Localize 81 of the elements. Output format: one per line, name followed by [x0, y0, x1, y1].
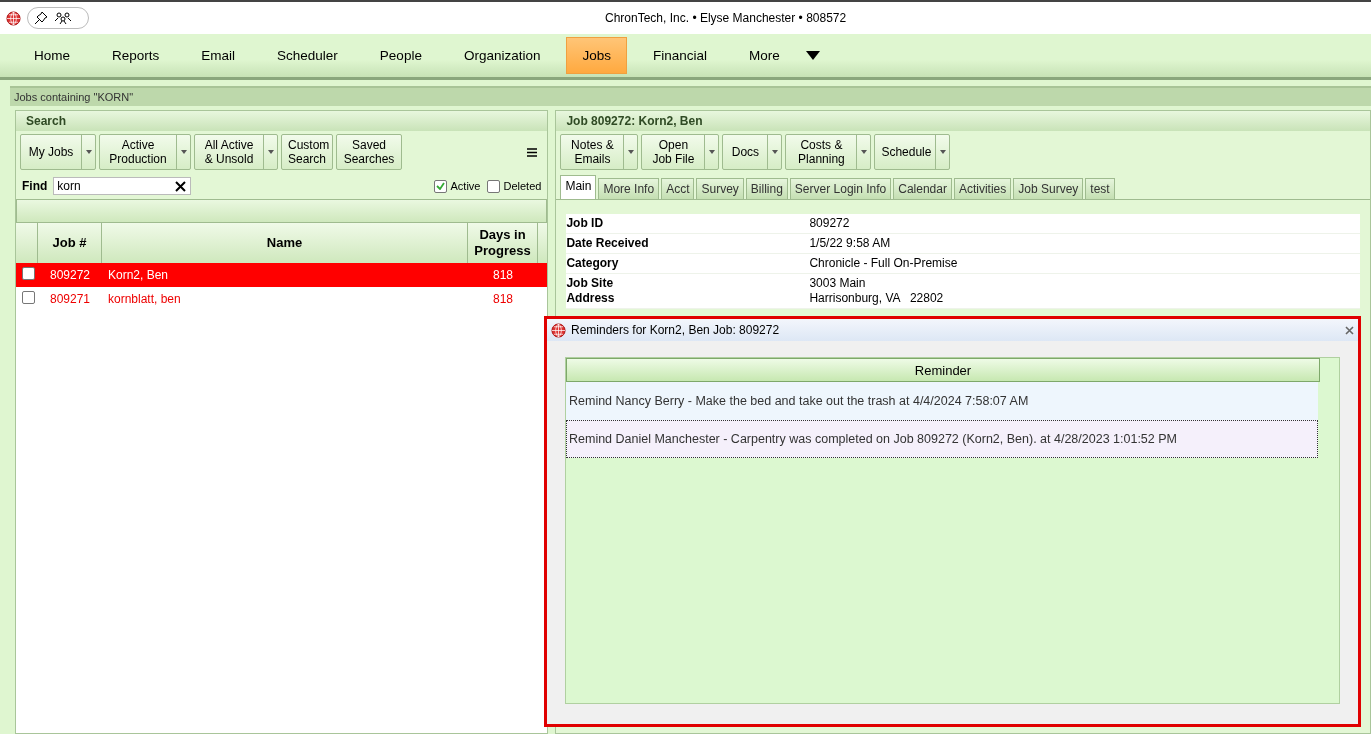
nav-tab[interactable]: Jobs [566, 37, 627, 74]
nav-tab[interactable]: Financial [637, 37, 723, 74]
field-value: Chronicle - Full On-Premise [809, 256, 958, 271]
table-cell-text: kornblatt, ben [107, 292, 182, 306]
tab[interactable]: Server Login Info [789, 178, 892, 199]
tab[interactable]: test [1085, 178, 1115, 199]
reminder-row[interactable]: Remind Daniel Manchester - Carpentry was completed on Job 809272 (Korn2, Ben). at 4/28/2023 1:01:52 PM [566, 420, 1318, 458]
row-checkbox[interactable] [22, 267, 35, 280]
pin-icon[interactable] [34, 11, 48, 25]
field-label: Job ID [566, 216, 604, 231]
caret-icon [267, 150, 274, 154]
job-button[interactable]: Notes & Emails [561, 135, 624, 169]
nav-tab[interactable]: Home [18, 37, 86, 74]
header-info: ChronTech, Inc. • Elyse Manchester • 808572 [605, 11, 847, 25]
field-value: 809272 [809, 216, 850, 231]
dropdown-button[interactable] [176, 135, 190, 169]
job-button[interactable]: Schedule [875, 135, 936, 169]
job-button[interactable]: Docs [723, 135, 768, 169]
caret-icon [860, 150, 867, 154]
checkbox-label: Deleted [503, 180, 542, 192]
caret-icon [939, 150, 946, 154]
tab[interactable]: Job Survey [1013, 178, 1084, 199]
table-cell-text: 818 [492, 268, 514, 282]
search-button[interactable]: Active Production [100, 135, 176, 169]
panel-title: Job 809272: Korn2, Ben [556, 111, 1370, 131]
table-cell-text: 818 [492, 292, 514, 306]
nav-tab[interactable]: People [363, 37, 438, 74]
menu-icon[interactable] [527, 147, 538, 157]
dropdown-button[interactable] [263, 135, 277, 169]
column-header: Reminder [566, 358, 1320, 382]
find-field[interactable]: korn [53, 177, 192, 195]
tab[interactable]: Acct [661, 178, 695, 199]
close-icon [1345, 325, 1354, 335]
row-checkbox[interactable] [22, 291, 35, 304]
field-label: Date Received [566, 236, 649, 251]
field-label: Category [566, 256, 619, 271]
reminder-row[interactable]: Remind Nancy Berry - Make the bed and take out the trash at 4/4/2024 7:58:07 AM [566, 382, 1318, 420]
checkbox[interactable] [433, 179, 447, 193]
job-button[interactable]: Open Job File [642, 135, 705, 169]
search-button[interactable]: All Active & Unsold [195, 135, 263, 169]
dialog-title: Reminders for Korn2, Ben Job: 809272 [571, 323, 781, 337]
clear-icon[interactable] [175, 181, 187, 192]
breadcrumb-bar: Jobs containing "KORN" [10, 86, 1371, 106]
dropdown-button[interactable] [81, 135, 95, 169]
search-button[interactable]: My Jobs [21, 135, 81, 169]
field-label: Address [566, 291, 615, 306]
find-label: Find [22, 179, 48, 193]
field-label: Job Site [566, 276, 614, 291]
people-icon[interactable] [54, 11, 72, 25]
panel-title: Search [16, 111, 548, 131]
nav-tab[interactable]: Email [185, 37, 252, 74]
job-button[interactable]: Costs & Planning [786, 135, 857, 169]
table-cell-text: Korn2, Ben [107, 268, 170, 282]
job-row[interactable]: 809272 Korn2, Ben 818 [16, 263, 548, 287]
table-cell-text: 809272 [48, 268, 91, 282]
field-value: 3003 Main [809, 276, 866, 291]
caret-icon [85, 150, 92, 154]
caret-icon[interactable] [805, 51, 820, 60]
tab[interactable]: Calendar [893, 178, 952, 199]
caret-icon [180, 150, 187, 154]
tab[interactable]: Main [560, 175, 597, 199]
search-button[interactable]: Saved Searches [337, 135, 401, 169]
globe-icon [6, 10, 21, 26]
tab[interactable]: Activities [953, 178, 1012, 199]
nav-tab[interactable]: Reports [96, 37, 176, 74]
field-value: Harrisonburg, VA 22802 [809, 291, 944, 306]
nav-tab[interactable]: Organization [447, 37, 557, 74]
nav-tab[interactable]: More [733, 37, 796, 74]
caret-icon [771, 150, 778, 154]
table-cell-text: 809271 [48, 292, 91, 306]
caret-icon [627, 150, 634, 154]
tab[interactable]: Survey [696, 178, 744, 199]
tab[interactable]: Billing [745, 178, 788, 199]
search-button[interactable]: Custom Search [282, 135, 332, 169]
tab[interactable]: More Info [598, 178, 660, 199]
checkbox-label: Active [450, 180, 481, 192]
caret-icon [708, 150, 715, 154]
checkbox[interactable] [486, 179, 500, 193]
field-value: 1/5/22 9:58 AM [809, 236, 891, 251]
nav-tab[interactable]: Scheduler [261, 37, 354, 74]
globe-icon [551, 322, 566, 338]
